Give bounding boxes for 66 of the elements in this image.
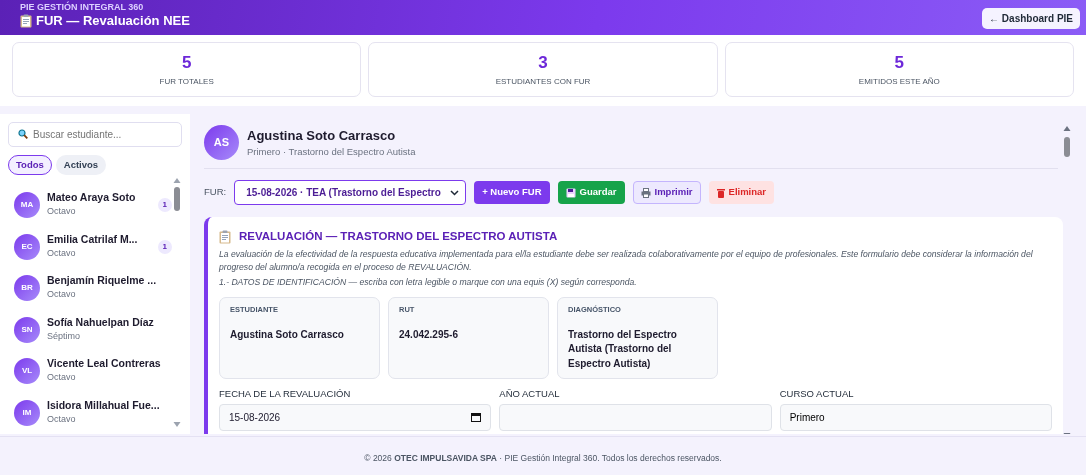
- stat-value: 3: [537, 54, 549, 73]
- student-course: Octavo: [47, 371, 77, 385]
- field-label: FECHA DE LA REVALUACIÓN: [219, 386, 352, 401]
- student-course: Octavo: [47, 246, 77, 260]
- calendar-icon: [471, 412, 482, 423]
- stat-label: FUR TOTALES: [158, 75, 215, 88]
- avatar: VL: [14, 358, 40, 384]
- field-label: AÑO ACTUAL: [499, 386, 561, 401]
- avatar: BR: [14, 275, 40, 301]
- printer-icon: [640, 187, 651, 198]
- clipboard-icon: [219, 229, 231, 244]
- avatar: SN: [14, 316, 40, 343]
- count-badge: 1: [157, 198, 172, 212]
- search-field[interactable]: Buscar estudiante...: [8, 122, 182, 147]
- student-name: Benjamín Riquelme ...: [47, 274, 157, 289]
- student-item[interactable]: BR Benjamín Riquelme ... Octavo: [8, 267, 172, 309]
- page-title: FUR — Revaluación NEE: [36, 12, 190, 30]
- student-name: Isidora Millahual Fue...: [47, 398, 160, 413]
- filter-chip[interactable]: Todos: [8, 155, 52, 176]
- student-item[interactable]: MA Mateo Araya Soto Octavo 1: [8, 184, 172, 226]
- print-button[interactable]: Imprimir: [632, 181, 701, 204]
- student-item[interactable]: SN Sofía Nahuelpan Díaz Séptimo: [8, 308, 172, 351]
- count-badge: 1: [157, 239, 172, 254]
- date-field[interactable]: 15-08-2026: [219, 403, 492, 431]
- avatar: MA: [14, 192, 40, 218]
- field-label: CURSO ACTUAL: [779, 386, 855, 401]
- stat-value: 5: [893, 54, 906, 73]
- student-course: Octavo: [47, 412, 77, 426]
- stat-value: 5: [180, 54, 193, 73]
- form-intro: La evaluación de la efectividad de la respuesta educativa implementada para el/la estudiante debe ser realizada colaborativamente por el equipo de profesionales. Este formulario debe considerar la información del progreso del alumno/a recogida en el proceso de REVALUACIÓN.: [219, 248, 1034, 274]
- delete-button[interactable]: Eliminar: [708, 181, 775, 204]
- app-subtitle: PIE GESTIÓN INTEGRAL 360: [20, 3, 145, 13]
- student-name: Emilia Catrilaf M...: [47, 232, 138, 247]
- clipboard-icon: [20, 14, 32, 29]
- new-fur-button[interactable]: + Nuevo FUR: [474, 181, 550, 204]
- back-button[interactable]: ← Dashboard PIE: [982, 8, 1080, 29]
- form-title: REVALUACIÓN — TRASTORNO DEL ESPECTRO AUTISTA: [239, 229, 558, 244]
- stat-label: EMITIDOS ESTE AÑO: [857, 75, 941, 88]
- input-field[interactable]: Primero: [779, 403, 1052, 431]
- section-heading: 1.- DATOS DE IDENTIFICACIÓN — escriba con letra legible o marque con una equis (X) según corresponda.: [219, 276, 638, 289]
- info-value: Agustina Soto Carrasco: [230, 327, 345, 342]
- student-name: Mateo Araya Soto: [47, 191, 136, 206]
- avatar: IM: [14, 399, 40, 426]
- avatar: EC: [14, 233, 40, 260]
- footer-text: © 2026 OTEC IMPULSAVIDA SPA · PIE Gestión Integral 360. Todos los derechos reservados.: [364, 453, 722, 463]
- trash-icon: [716, 187, 725, 198]
- search-icon: [18, 129, 28, 139]
- student-course: Séptimo: [47, 329, 82, 343]
- student-item[interactable]: VL Vicente Leal Contreras Octavo: [8, 350, 172, 392]
- student-subtitle: Primero · Trastorno del Espectro Autista: [247, 145, 416, 160]
- student-course: Octavo: [47, 205, 77, 219]
- fur-dropdown[interactable]: 15-08-2026 · TEA (Trastorno del Espectro: [234, 180, 467, 205]
- student-item[interactable]: EC Emilia Catrilaf M... Octavo 1: [8, 225, 172, 268]
- avatar: AS: [204, 125, 239, 160]
- stat-label: ESTUDIANTES CON FUR: [494, 75, 592, 88]
- student-name: Sofía Nahuelpan Díaz: [47, 315, 154, 330]
- fur-label: FUR:: [204, 185, 227, 200]
- chevron-down-icon: [450, 189, 460, 196]
- student-item[interactable]: IM Isidora Millahual Fue... Octavo: [8, 391, 172, 434]
- student-name: Vicente Leal Contreras: [47, 357, 161, 372]
- input-field[interactable]: [499, 403, 772, 431]
- info-value: 24.042.295-6: [399, 327, 459, 342]
- student-course: Octavo: [47, 288, 77, 302]
- info-value: Trastorno del Espectro Autista (Trastorno del Espectro Autista): [568, 327, 678, 371]
- student-name: Agustina Soto Carrasco: [247, 126, 397, 145]
- filter-chip[interactable]: Activos: [55, 155, 107, 176]
